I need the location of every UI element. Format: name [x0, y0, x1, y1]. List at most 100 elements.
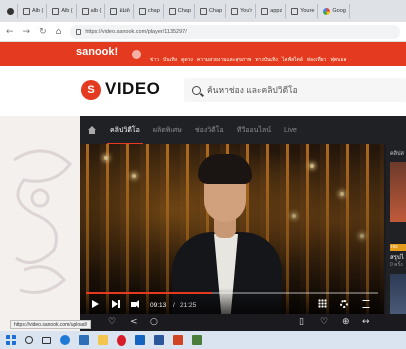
lock-icon	[76, 28, 82, 35]
forward-icon[interactable]: →	[23, 27, 31, 37]
browser-menu[interactable]	[4, 4, 18, 18]
windows-start-icon[interactable]	[6, 335, 16, 345]
store-icon[interactable]	[79, 335, 89, 345]
page-icon	[138, 7, 146, 15]
browser-tab[interactable]: Youre	[288, 4, 319, 18]
watermark-seal	[13, 149, 72, 294]
volume-icon[interactable]	[131, 299, 139, 308]
related-thumbnail[interactable]	[390, 274, 406, 314]
tab-label: You'r	[240, 8, 253, 14]
tab-label: Alb (	[61, 8, 73, 14]
tab-label: Youre	[300, 8, 315, 14]
powerpoint-icon[interactable]	[173, 335, 183, 345]
progress-bar[interactable]	[86, 292, 378, 294]
browser-menu-icon	[7, 7, 14, 15]
site-nav-item[interactable]: ความสวยงามและสุขภาพ	[197, 56, 251, 64]
playlist-grid-icon[interactable]	[318, 299, 327, 308]
browser-tab[interactable]: You'r	[228, 4, 257, 18]
mail-icon[interactable]	[135, 335, 145, 345]
like-icon[interactable]: ♡	[108, 318, 116, 327]
word-icon[interactable]	[154, 335, 164, 345]
tab-special[interactable]: ผลิตพิเศษ	[153, 125, 182, 136]
opera-icon[interactable]	[117, 334, 126, 346]
tab-label: Goog	[332, 8, 346, 14]
hd-badge: HD	[390, 244, 406, 251]
url-field[interactable]: https://video.sanook.com/player/1135297/	[70, 24, 400, 39]
presenter-hair	[198, 154, 252, 184]
gear-icon[interactable]	[340, 300, 348, 308]
site-nav-item[interactable]: ข่าว	[150, 56, 159, 64]
page-icon	[81, 7, 89, 15]
menu-icon[interactable]	[132, 50, 141, 59]
tab-label: Alb (	[32, 8, 44, 14]
sidebar-heading: คลิปส	[390, 151, 404, 157]
tab-label: appz	[270, 8, 283, 14]
page-icon	[231, 7, 239, 15]
site-nav: ข่าว บันเทิง ดูดวง ความสวยงามและสุขภาพ ท…	[150, 56, 346, 64]
heart-icon[interactable]: ♡	[320, 318, 328, 327]
page-icon	[168, 7, 176, 15]
video-brand-text[interactable]: VIDEO	[105, 79, 160, 99]
tab-clips[interactable]: คลิปวิดีโอ	[107, 125, 143, 145]
fullscreen-icon[interactable]	[362, 300, 370, 308]
tab-label: alb (	[90, 8, 102, 14]
site-nav-item[interactable]: บันเทิง	[163, 56, 177, 64]
tab-label: อมต	[119, 8, 130, 14]
browser-tab[interactable]: appz	[258, 4, 287, 18]
home-icon[interactable]: ⌂	[56, 27, 62, 37]
taskbar	[0, 331, 406, 349]
time-separator: /	[173, 302, 175, 309]
page-icon	[52, 7, 60, 15]
tab-label: Chap	[177, 8, 191, 14]
tab-live[interactable]: Live	[284, 127, 297, 134]
time-current: 09:13	[150, 302, 167, 309]
search-input[interactable]	[207, 85, 397, 95]
browser-tab[interactable]: Chap	[166, 4, 195, 18]
status-url-tooltip: https://video.sanook.com/upload/	[10, 320, 92, 329]
share-icon[interactable]: <	[130, 318, 138, 327]
app-icon[interactable]	[192, 335, 202, 345]
sanook-logo[interactable]: sanook!	[76, 46, 118, 58]
file-explorer-icon[interactable]	[98, 335, 108, 345]
site-nav-item[interactable]: ฟุตบอล	[330, 56, 346, 64]
site-nav-item[interactable]: ท่องเที่ยว	[307, 56, 326, 64]
sanook-video-logo-icon[interactable]: S	[81, 80, 101, 100]
progress-fill	[86, 292, 212, 294]
tab-tv-online[interactable]: ทีวีออนไลน์	[237, 125, 271, 136]
browser-tab[interactable]: chap	[136, 4, 164, 18]
url-text: https://video.sanook.com/player/1135297/	[85, 28, 187, 35]
video-player[interactable]: 09:13 / 21:25	[80, 144, 384, 314]
task-view-icon[interactable]	[42, 336, 51, 344]
browser-tab[interactable]: Chap	[197, 4, 227, 18]
browser-tab[interactable]: Alb (	[20, 4, 48, 18]
browser-tab[interactable]: Alb (	[49, 4, 77, 18]
bookmark-icon[interactable]: ▯	[299, 318, 304, 327]
tab-label: Chap	[208, 8, 223, 14]
browser-tab[interactable]: alb (	[79, 4, 106, 18]
expand-icon[interactable]: ↔	[362, 318, 370, 327]
reload-icon[interactable]: ↻	[39, 27, 47, 37]
browser-tab[interactable]: Goog	[320, 4, 350, 18]
address-bar: ← → ↻ ⌂ https://video.sanook.com/player/…	[0, 22, 406, 42]
add-icon[interactable]: ⊕	[342, 318, 350, 327]
time-total: 21:25	[180, 302, 197, 309]
next-icon[interactable]	[112, 300, 120, 308]
search-icon[interactable]	[192, 85, 201, 95]
play-icon[interactable]	[92, 300, 99, 308]
edge-browser-icon[interactable]	[60, 335, 70, 345]
page-icon	[199, 7, 207, 15]
tab-channels[interactable]: ช่องวิดีโอ	[195, 125, 224, 136]
comment-icon[interactable]: ○	[150, 318, 158, 327]
related-views: 0 ครั้ง	[390, 262, 403, 268]
related-thumbnail[interactable]	[390, 162, 406, 222]
taskbar-search-icon[interactable]	[25, 336, 33, 344]
page-icon	[23, 7, 30, 15]
site-nav-item[interactable]: ดูดวง	[181, 56, 193, 64]
page-icon	[291, 7, 299, 15]
browser-tab[interactable]: อมต	[107, 4, 134, 18]
site-nav-item[interactable]: ทางบันเทิง	[255, 56, 278, 64]
site-nav-item[interactable]: ไลฟ์สไตล์	[282, 56, 303, 64]
home-icon[interactable]	[88, 126, 96, 134]
back-icon[interactable]: ←	[6, 27, 14, 37]
tab-label: chap	[147, 8, 160, 14]
